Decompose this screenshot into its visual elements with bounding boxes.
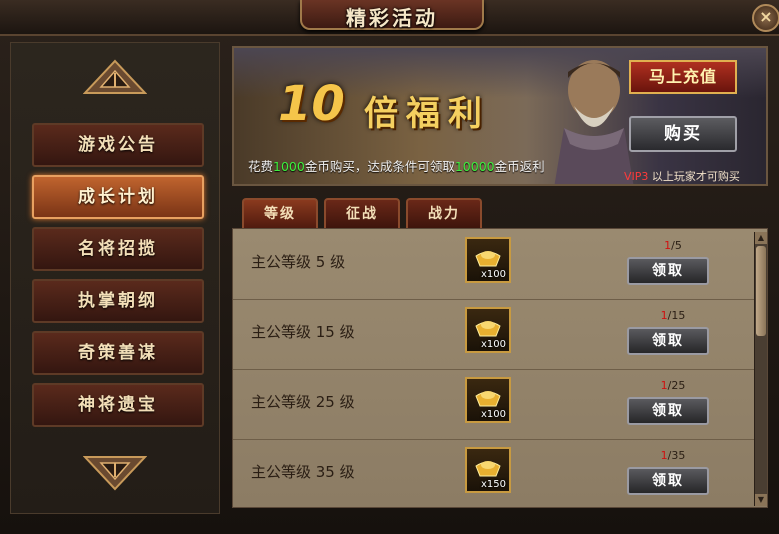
progress-current: 1 bbox=[660, 449, 668, 462]
scrollbar-down-icon[interactable]: ▼ bbox=[755, 494, 767, 506]
list-item: 主公等级 15 级 x100 1/15 领取 bbox=[233, 299, 757, 370]
sidebar-item-announcement[interactable]: 游戏公告 bbox=[32, 123, 204, 167]
progress-text: 1/25 bbox=[643, 379, 703, 392]
tab-campaign[interactable]: 征战 bbox=[324, 198, 400, 228]
close-button[interactable]: × bbox=[752, 4, 779, 32]
promo-middle: 金币购买，达成条件可领取 bbox=[304, 159, 455, 174]
sidebar-item-court-control[interactable]: 执掌朝纲 bbox=[32, 279, 204, 323]
sidebar-item-general-treasure[interactable]: 神将遗宝 bbox=[32, 383, 204, 427]
promo-suffix: 金币返利 bbox=[494, 159, 545, 174]
promo-banner: 10 倍福利 马上充值 购买 花费1000金币购买，达成条件可领取10000金币… bbox=[232, 46, 768, 186]
progress-total: /15 bbox=[667, 309, 686, 322]
row-condition: 主公等级 35 级 bbox=[251, 463, 355, 481]
scroll-down-arrow-icon[interactable] bbox=[83, 455, 147, 491]
promo-prefix: 花费 bbox=[248, 159, 274, 174]
tab-level[interactable]: 等级 bbox=[242, 198, 318, 228]
reward-quantity: x150 bbox=[480, 479, 506, 490]
gold-ingot-icon bbox=[475, 251, 501, 267]
banner-multiplier: 10 bbox=[278, 76, 345, 132]
claim-button[interactable]: 领取 bbox=[627, 327, 709, 355]
claim-button[interactable]: 领取 bbox=[627, 257, 709, 285]
row-condition: 主公等级 5 级 bbox=[251, 253, 346, 271]
scrollbar-up-icon[interactable]: ▲ bbox=[755, 232, 767, 244]
progress-current: 1 bbox=[660, 379, 668, 392]
gold-ingot-icon bbox=[475, 321, 501, 337]
sidebar-item-recruit-generals[interactable]: 名将招揽 bbox=[32, 227, 204, 271]
reward-quantity: x100 bbox=[480, 269, 506, 280]
reward-quantity: x100 bbox=[480, 339, 506, 350]
promo-cost: 1000 bbox=[273, 159, 305, 174]
gold-ingot-icon bbox=[475, 391, 501, 407]
vip-level: VIP3 bbox=[624, 170, 649, 183]
row-condition: 主公等级 25 级 bbox=[251, 393, 355, 411]
list-item: 主公等级 25 级 x100 1/25 领取 bbox=[233, 369, 757, 440]
gold-ingot-icon bbox=[475, 461, 501, 477]
promo-reward: 10000 bbox=[454, 159, 495, 174]
sidebar-item-strategy[interactable]: 奇策善谋 bbox=[32, 331, 204, 375]
progress-text: 1/5 bbox=[643, 239, 703, 252]
sidebar-item-growth-plan[interactable]: 成长计划 bbox=[32, 175, 204, 219]
tab-power[interactable]: 战力 bbox=[406, 198, 482, 228]
reward-quantity: x100 bbox=[480, 409, 506, 420]
list-item: 主公等级 5 级 x100 1/5 领取 bbox=[233, 229, 757, 300]
window-title: 精彩活动 bbox=[346, 6, 438, 30]
progress-total: /35 bbox=[667, 449, 686, 462]
gold-ingot-reward[interactable]: x100 bbox=[465, 237, 511, 283]
vip-requirement: VIP3 以上玩家才可购买 bbox=[624, 168, 740, 184]
row-condition: 主公等级 15 级 bbox=[251, 323, 355, 341]
progress-text: 1/35 bbox=[643, 449, 703, 462]
progress-total: /5 bbox=[671, 239, 682, 252]
progress-current: 1 bbox=[660, 309, 668, 322]
banner-title: 倍福利 bbox=[364, 94, 490, 134]
claim-button[interactable]: 领取 bbox=[627, 397, 709, 425]
claim-button[interactable]: 领取 bbox=[627, 467, 709, 495]
gold-ingot-reward[interactable]: x150 bbox=[465, 447, 511, 493]
gold-ingot-reward[interactable]: x100 bbox=[465, 377, 511, 423]
list-item: 主公等级 35 级 x150 1/35 领取 bbox=[233, 439, 757, 507]
reward-list: 主公等级 5 级 x100 1/5 领取 主公等级 15 级 x100 1/15… bbox=[232, 228, 768, 508]
activity-window: 精彩活动 × 游戏公告 成长计划 名将招揽 执掌朝纲 奇策善谋 神将遗宝 10 … bbox=[0, 0, 779, 534]
sidebar: 游戏公告 成长计划 名将招揽 执掌朝纲 奇策善谋 神将遗宝 bbox=[10, 42, 220, 514]
gold-ingot-reward[interactable]: x100 bbox=[465, 307, 511, 353]
scroll-up-arrow-icon[interactable] bbox=[83, 59, 147, 95]
recharge-button[interactable]: 马上充值 bbox=[629, 60, 737, 94]
vip-note-text: 以上玩家才可购买 bbox=[648, 170, 740, 183]
promo-description: 花费1000金币购买，达成条件可领取10000金币返利 bbox=[248, 156, 545, 175]
scrollbar-thumb[interactable] bbox=[756, 246, 766, 336]
progress-text: 1/15 bbox=[643, 309, 703, 322]
buy-button[interactable]: 购买 bbox=[629, 116, 737, 152]
list-scrollbar[interactable]: ▲ ▼ bbox=[754, 232, 767, 506]
progress-total: /25 bbox=[667, 379, 686, 392]
